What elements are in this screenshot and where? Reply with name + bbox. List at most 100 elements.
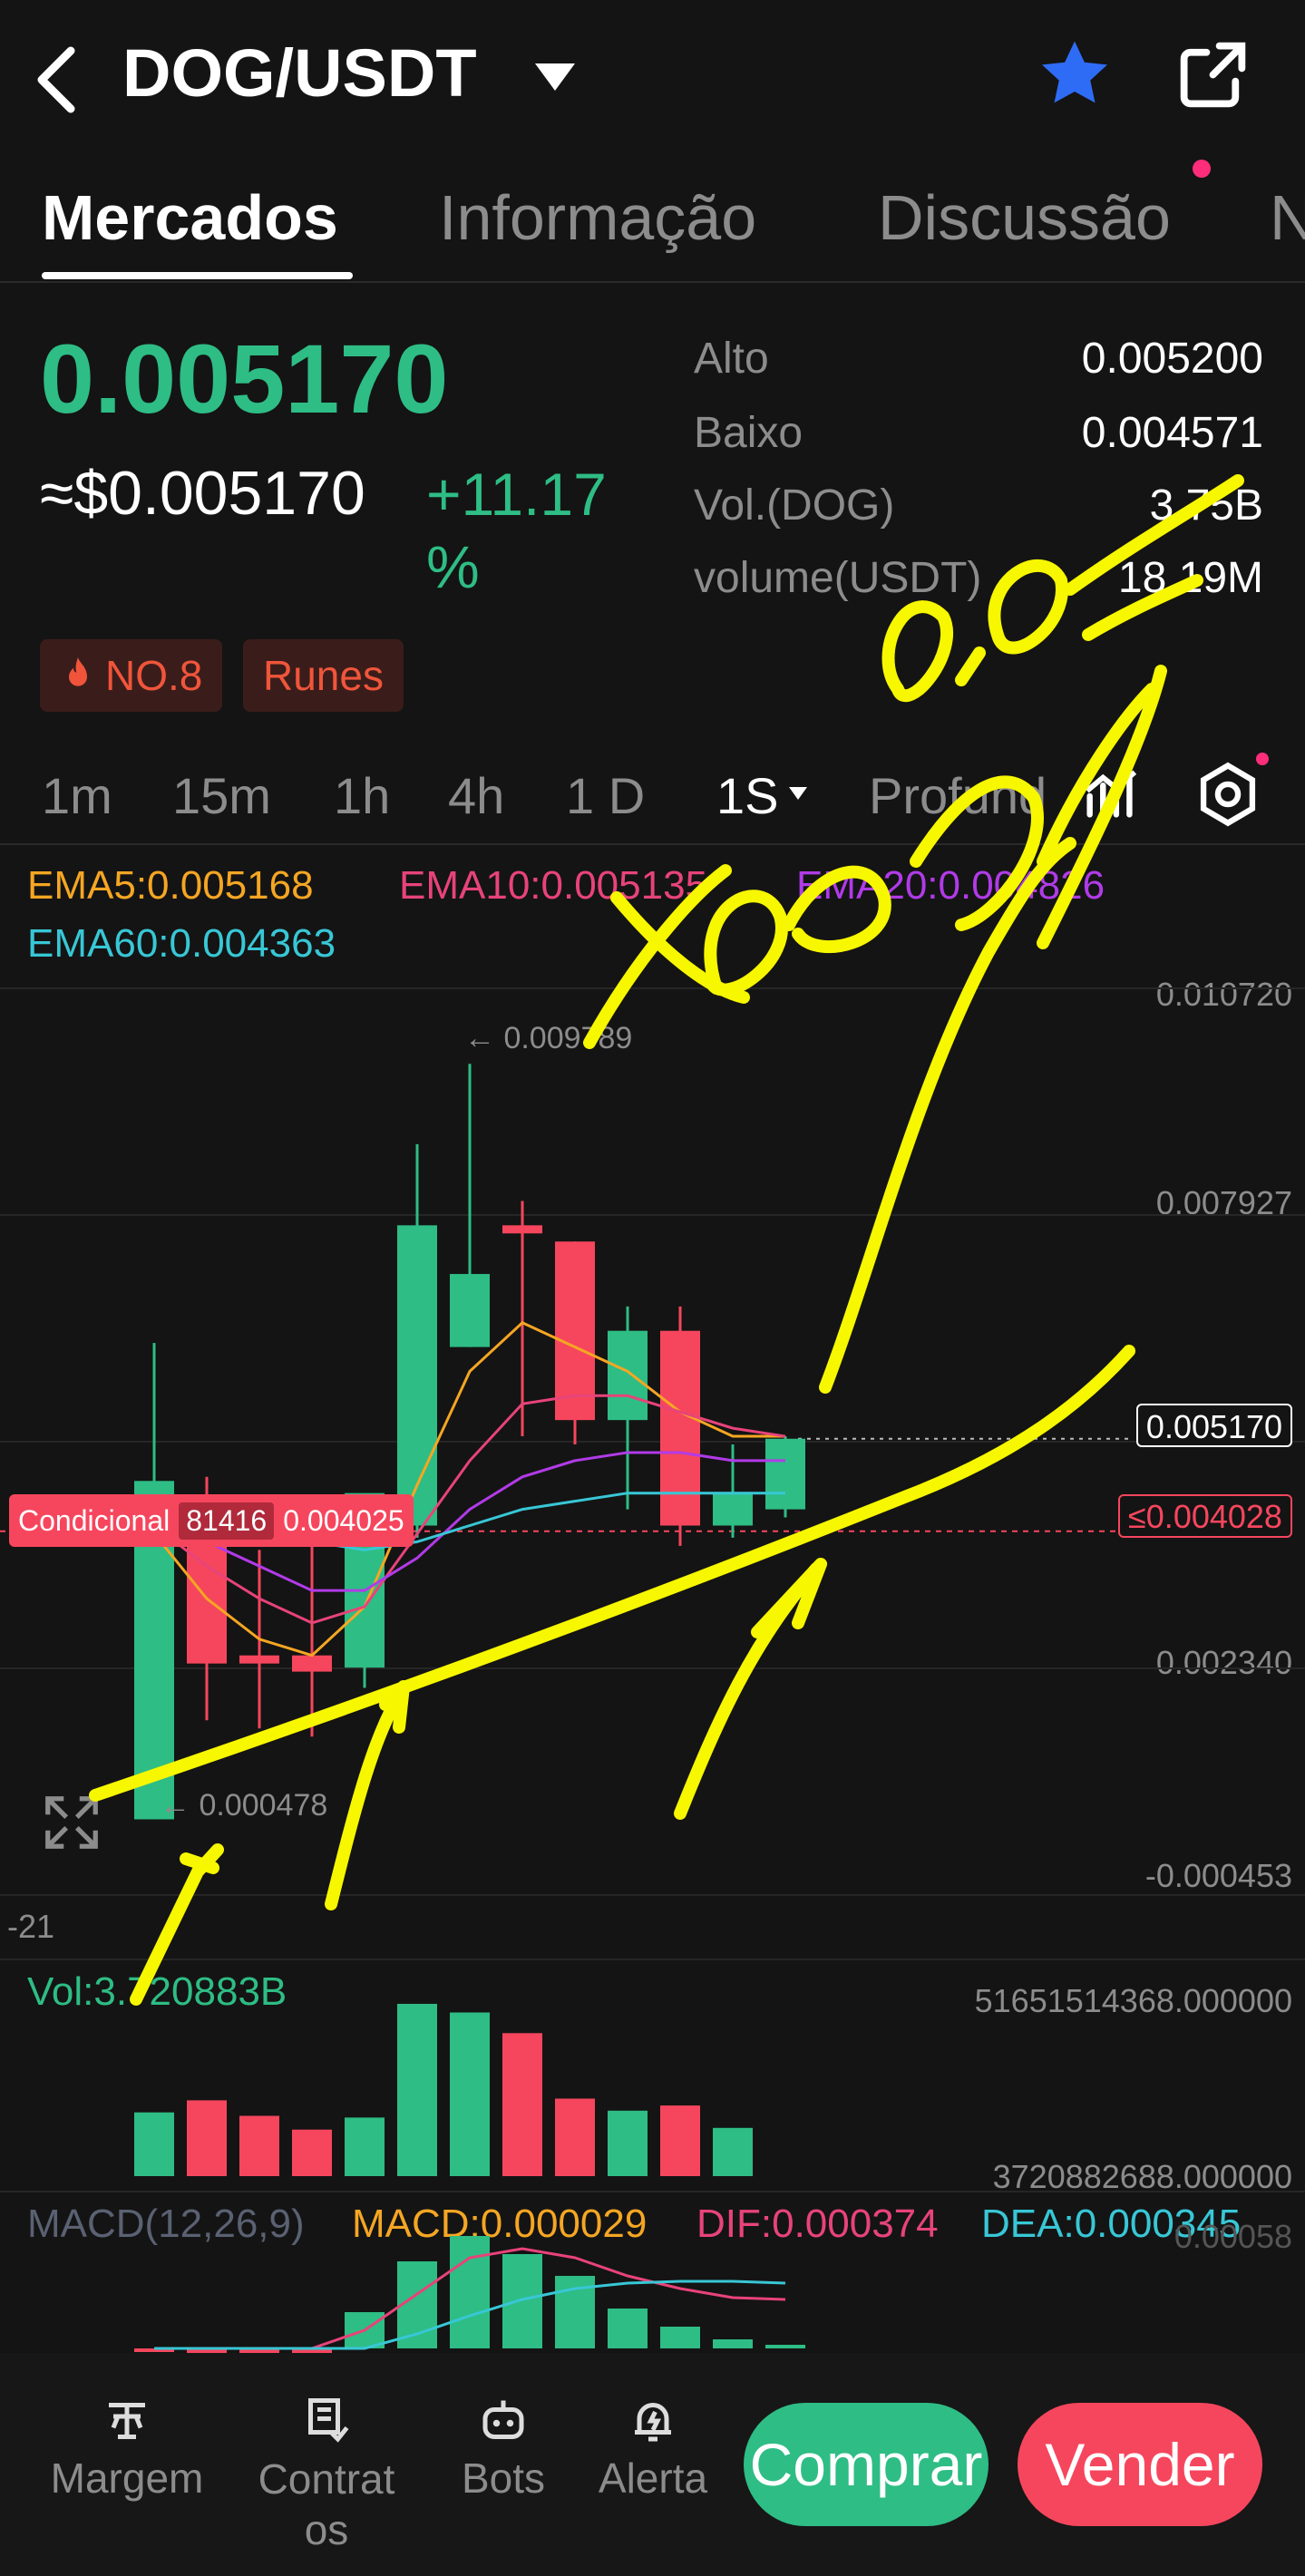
candle-body bbox=[713, 1492, 753, 1526]
nav-margem[interactable]: Margem bbox=[36, 2394, 218, 2503]
active-tab-indicator bbox=[42, 272, 353, 279]
tab-discussao[interactable]: Discussão bbox=[878, 181, 1171, 254]
alert-icon bbox=[635, 2403, 671, 2442]
conditional-order-tag[interactable]: Condicional 81416 0.004025 bbox=[9, 1494, 414, 1547]
volume-bar bbox=[239, 2115, 279, 2176]
tf-1s[interactable]: 1S bbox=[716, 766, 779, 825]
indicator-icon[interactable] bbox=[1079, 762, 1143, 825]
ema5-label: EMA5:0.005168 bbox=[27, 863, 314, 908]
tabs-divider bbox=[0, 281, 1305, 283]
tab-mercados[interactable]: Mercados bbox=[42, 181, 338, 254]
current-price-tag: 0.005170 bbox=[1136, 1404, 1292, 1447]
macd-bar bbox=[765, 2345, 805, 2348]
conditional-price: 0.004025 bbox=[283, 1503, 404, 1537]
rank-badge-label: NO.8 bbox=[105, 652, 203, 699]
candle-body bbox=[765, 1438, 805, 1510]
volume-bar bbox=[713, 2127, 753, 2176]
macd-bar bbox=[660, 2327, 700, 2348]
tf-dropdown-icon[interactable] bbox=[789, 787, 807, 800]
settings-notification-dot bbox=[1256, 753, 1269, 765]
chart-top-divider bbox=[0, 843, 1305, 845]
stat-value-vol-dog: 3.75B bbox=[1149, 481, 1263, 530]
notification-dot bbox=[1193, 160, 1211, 178]
macd-bar bbox=[450, 2236, 490, 2348]
last-price: 0.005170 bbox=[40, 324, 449, 433]
candle-body bbox=[608, 1330, 648, 1421]
ema10-label: EMA10:0.005135 bbox=[399, 863, 708, 908]
sell-button-label: Vender bbox=[1045, 2431, 1235, 2498]
volume-bar bbox=[345, 2117, 385, 2176]
tab-more[interactable]: N bbox=[1270, 181, 1305, 254]
buy-button[interactable]: Comprar bbox=[744, 2403, 988, 2526]
stat-label-low: Baixo bbox=[694, 409, 803, 457]
pair-dropdown-icon[interactable] bbox=[535, 63, 575, 91]
nav-alerta[interactable]: Alerta bbox=[580, 2394, 726, 2503]
volume-bar bbox=[660, 2105, 700, 2176]
settings-icon[interactable] bbox=[1193, 760, 1262, 829]
nav-alerta-label: Alerta bbox=[598, 2454, 708, 2502]
contracts-icon bbox=[308, 2398, 349, 2443]
stat-value-vol-usdt: 18.19M bbox=[1117, 554, 1263, 602]
volume-bar bbox=[450, 2012, 490, 2176]
runes-badge-label: Runes bbox=[263, 652, 384, 699]
back-icon[interactable] bbox=[34, 44, 80, 116]
star-icon[interactable] bbox=[1034, 34, 1115, 116]
volume-divider bbox=[0, 1959, 1305, 1960]
nav-margem-label: Margem bbox=[50, 2454, 204, 2502]
candle-body bbox=[502, 1225, 542, 1234]
candle-body bbox=[239, 1655, 279, 1664]
high-marker: ← 0.009789 bbox=[464, 1021, 633, 1055]
volume-bar bbox=[134, 2112, 174, 2176]
conditional-price-tag: ≤0.004028 bbox=[1118, 1494, 1292, 1538]
stat-label-high: Alto bbox=[694, 335, 769, 383]
candle-body bbox=[292, 1655, 332, 1672]
usd-price: ≈$0.005170 bbox=[40, 459, 365, 528]
candle-body bbox=[660, 1330, 700, 1526]
candle-body bbox=[555, 1241, 595, 1421]
volume-bar bbox=[555, 2098, 595, 2176]
tf-1h[interactable]: 1h bbox=[334, 766, 390, 825]
tab-informacao[interactable]: Informação bbox=[439, 181, 756, 254]
conditional-label: Condicional bbox=[18, 1503, 170, 1537]
tf-15m[interactable]: 15m bbox=[172, 766, 271, 825]
volume-bar bbox=[397, 2004, 437, 2176]
stat-value-low: 0.004571 bbox=[1081, 409, 1263, 457]
share-icon[interactable] bbox=[1174, 36, 1251, 113]
tf-depth[interactable]: Profund bbox=[869, 766, 1047, 825]
fire-icon bbox=[69, 657, 87, 686]
conditional-id: 81416 bbox=[179, 1502, 275, 1540]
nav-bots-label: Bots bbox=[461, 2454, 546, 2502]
stat-label-vol-dog: Vol.(DOG) bbox=[694, 481, 895, 530]
buy-button-label: Comprar bbox=[749, 2431, 983, 2498]
low-marker: ← 0.000478 bbox=[160, 1788, 328, 1823]
volume-bar bbox=[292, 2129, 332, 2176]
pair-title[interactable]: DOG/USDT bbox=[122, 34, 477, 112]
expand-icon[interactable] bbox=[40, 1791, 103, 1854]
rank-badge[interactable]: NO.8 bbox=[40, 639, 223, 712]
ema20-label: EMA20:0.004826 bbox=[796, 863, 1105, 908]
bot-icon bbox=[482, 2400, 524, 2439]
volume-bar bbox=[187, 2100, 227, 2176]
ema60-label: EMA60:0.004363 bbox=[27, 921, 336, 966]
nav-bots[interactable]: Bots bbox=[435, 2394, 571, 2503]
stat-label-vol-usdt: volume(USDT) bbox=[694, 554, 982, 602]
margin-icon bbox=[109, 2403, 145, 2439]
macd-bar bbox=[713, 2339, 753, 2348]
price-change: +11.17 % bbox=[426, 461, 607, 600]
tf-1d[interactable]: 1 D bbox=[566, 766, 645, 825]
macd-divider bbox=[0, 2191, 1305, 2192]
volume-bar bbox=[502, 2033, 542, 2176]
volume-bar bbox=[608, 2110, 648, 2176]
candle-body bbox=[397, 1225, 437, 1526]
candle-body bbox=[450, 1274, 490, 1347]
stat-value-high: 0.005200 bbox=[1081, 335, 1263, 383]
macd-chart bbox=[134, 2236, 805, 2353]
tf-4h[interactable]: 4h bbox=[448, 766, 504, 825]
macd-bar bbox=[502, 2254, 542, 2348]
volume-chart bbox=[134, 2004, 753, 2176]
runes-badge[interactable]: Runes bbox=[243, 639, 404, 712]
sell-button[interactable]: Vender bbox=[1018, 2403, 1262, 2526]
nav-contratos-label: Contrat os bbox=[258, 2455, 395, 2553]
tf-1m[interactable]: 1m bbox=[42, 766, 112, 825]
nav-contratos[interactable]: Contrat os bbox=[236, 2394, 417, 2555]
